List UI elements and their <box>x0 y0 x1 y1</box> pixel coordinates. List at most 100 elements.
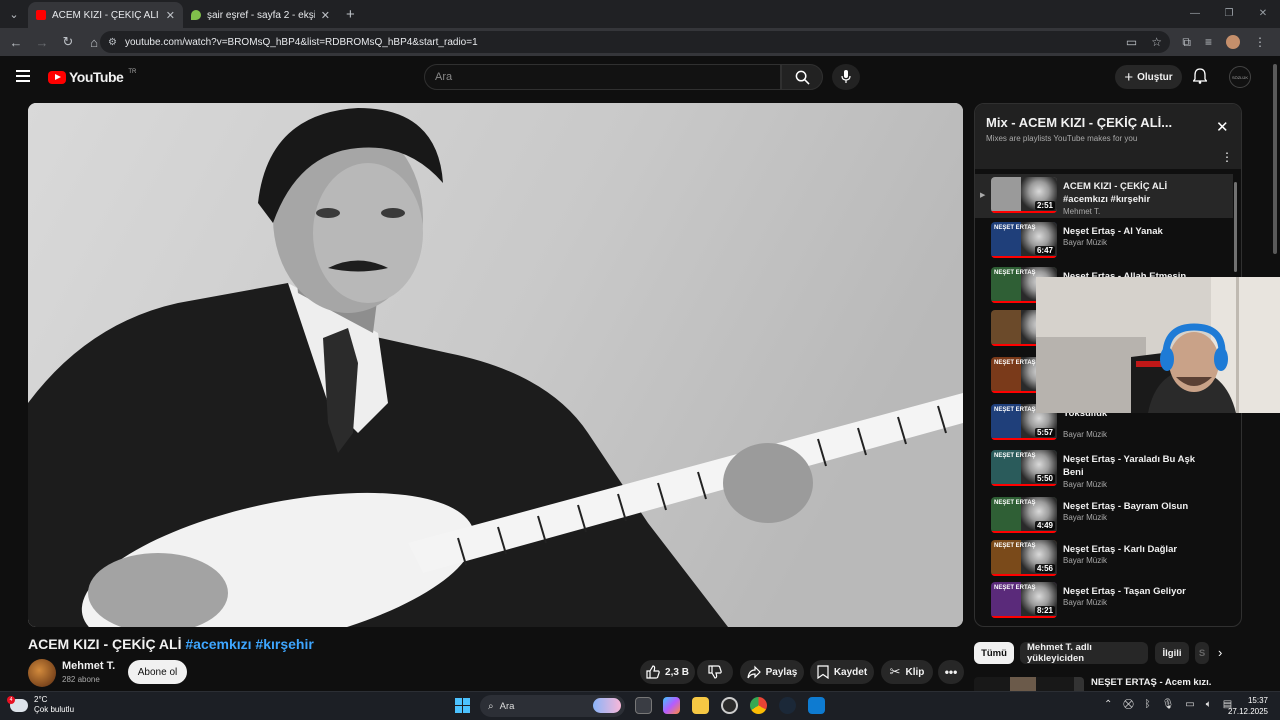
bookmark-star-icon[interactable]: ☆ <box>1151 35 1162 49</box>
thumbnail-text: NEŞET ERTAŞ <box>994 543 1036 549</box>
usb-icon[interactable]: ⛒ <box>1123 699 1133 710</box>
chip-more[interactable]: S <box>1195 642 1209 664</box>
mix-title[interactable]: Mix - ACEM KIZI - ÇEKİÇ ALİ... <box>986 115 1172 130</box>
youtube-play-icon <box>48 70 66 84</box>
url-bar[interactable]: ⚙ youtube.com/watch?v=BROMsQ_hBP4&list=R… <box>100 31 1170 53</box>
playlist-item-channel: Bayar Müzik <box>1063 238 1108 247</box>
tab-youtube[interactable]: ACEM KIZI - ÇEKİÇ ALİ #ac ✕ <box>28 2 183 28</box>
youtube-logo[interactable]: YouTube TR <box>48 69 136 85</box>
extensions-icon[interactable]: ⧉ <box>1182 35 1191 50</box>
playlist-item-channel: Bayar Müzik <box>1063 556 1108 565</box>
video-title: ACEM KIZI - ÇEKİÇ ALİ #acemkızı #kırşehi… <box>28 636 314 652</box>
chip-from-uploader[interactable]: Mehmet T. adlı yükleyiciden <box>1020 642 1148 664</box>
thumbnail-text: NEŞET ERTAŞ <box>994 453 1036 459</box>
playlist-item[interactable]: NEŞET ERTAŞ 8:21 Neşet Ertaş - Taşan Geliy… <box>975 579 1233 623</box>
forward-icon[interactable]: → <box>30 35 54 50</box>
taskbar-search[interactable]: ⌕ Ara <box>480 695 625 717</box>
like-button[interactable]: 2,3 B <box>640 660 695 684</box>
playlist-item[interactable]: ▶ 2:51 ACEM KIZI - ÇEKİÇ ALİ #acemkızı #kı… <box>975 174 1233 218</box>
chevron-up-icon[interactable]: ⌃ <box>1104 699 1112 710</box>
tab-eksi[interactable]: şair eşref - sayfa 2 - ekşi sözlük ✕ <box>183 2 338 28</box>
chevron-right-icon[interactable]: › <box>1218 645 1222 660</box>
volume-icon[interactable]: 🔈︎ <box>1206 699 1212 710</box>
voice-search-button[interactable] <box>832 64 860 90</box>
more-vertical-icon[interactable]: ⋮ <box>1221 150 1233 164</box>
bluetooth-icon[interactable]: ᛒ <box>1145 699 1151 710</box>
tab-search-chevron-icon[interactable]: ⌄ <box>0 0 28 28</box>
tab-close-icon[interactable]: ✕ <box>321 9 330 22</box>
notifications-button[interactable] <box>1192 68 1208 89</box>
microphone-icon[interactable]: 🎙︎ <box>1162 699 1175 710</box>
minimize-icon[interactable]: — <box>1178 0 1212 28</box>
page-scrollbar[interactable] <box>1272 62 1278 262</box>
cloud-icon: 4 <box>7 695 28 712</box>
copilot-icon[interactable] <box>663 697 680 714</box>
clip-button[interactable]: ✂ Klip <box>881 660 933 684</box>
profile-avatar[interactable] <box>1226 35 1240 49</box>
bell-icon <box>1192 68 1208 84</box>
chip-all[interactable]: Tümü <box>974 642 1014 664</box>
playlist-item[interactable]: NEŞET ERTAŞ 5:50 Neşet Ertaş - Yaraladı Bu… <box>975 447 1233 491</box>
playlist-item-channel: Mehmet T. <box>1063 207 1101 216</box>
playlist-item-title: ACEM KIZI - ÇEKİÇ ALİ #acemkızı #kırşehi… <box>1063 181 1168 205</box>
recommendation-thumbnail[interactable] <box>974 677 1084 691</box>
recommendation-title[interactable]: NEŞET ERTAŞ - Acem kızı. <box>1091 677 1211 688</box>
account-avatar[interactable]: SÖZLÜK <box>1229 66 1251 88</box>
playlist-item-title: Neşet Ertaş - Karlı Dağlar <box>1063 544 1178 555</box>
region-code: TR <box>128 69 137 75</box>
search-input[interactable]: Ara <box>424 64 781 90</box>
video-hashtags[interactable]: #acemkızı #kırşehir <box>185 636 313 652</box>
new-tab-button[interactable]: + <box>346 6 355 23</box>
duration-badge: 2:51 <box>1034 201 1055 210</box>
save-button[interactable]: Kaydet <box>810 660 874 684</box>
like-count: 2,3 B <box>665 666 689 678</box>
tab-title: ACEM KIZI - ÇEKİÇ ALİ #ac <box>52 9 160 21</box>
weather-description: Çok bulutlu <box>34 705 75 714</box>
close-window-icon[interactable]: ✕ <box>1246 0 1280 28</box>
channel-name[interactable]: Mehmet T. <box>62 660 115 672</box>
share-button[interactable]: Paylaş <box>740 660 804 684</box>
now-playing-icon: ▶ <box>980 192 986 199</box>
chrome-icon[interactable] <box>750 697 767 714</box>
chip-related[interactable]: İlgili <box>1155 642 1189 664</box>
obs-icon[interactable] <box>721 697 738 714</box>
cast-icon[interactable]: ▭ <box>1126 35 1137 49</box>
file-explorer-icon[interactable] <box>692 697 709 714</box>
notification-badge: 4 <box>7 695 15 704</box>
site-info-icon[interactable]: ⚙ <box>108 37 117 48</box>
create-button[interactable]: + Oluştur <box>1115 65 1182 89</box>
back-icon[interactable]: ← <box>4 35 28 50</box>
video-player[interactable] <box>28 103 963 627</box>
steam-icon[interactable] <box>779 697 796 714</box>
playlist-thumbnail: NEŞET ERTAŞ 8:21 <box>991 582 1057 618</box>
search-button[interactable] <box>781 64 823 90</box>
reload-icon[interactable]: ↻ <box>56 34 80 50</box>
tab-close-icon[interactable]: ✕ <box>166 9 175 22</box>
reading-list-icon[interactable]: ≡ <box>1205 35 1212 49</box>
playlist-item[interactable]: NEŞET ERTAŞ 6:47 Neşet Ertaş - Al Yanak Bay… <box>975 219 1233 263</box>
playlist-item[interactable]: NEŞET ERTAŞ 4:49 Neşet Ertaş - Bayram Olsu… <box>975 494 1233 538</box>
playlist-item-title: Neşet Ertaş - Taşan Geliyor <box>1063 586 1186 597</box>
restore-icon[interactable]: ❐ <box>1212 0 1246 28</box>
playlist-item-channel: Bayar Müzik <box>1063 513 1108 522</box>
weather-widget[interactable]: 4 2°C Çok bulutlu <box>7 695 75 715</box>
task-view-icon[interactable] <box>635 697 652 714</box>
watch-progress-bar <box>991 574 1057 576</box>
duration-badge: 4:49 <box>1034 521 1055 530</box>
channel-avatar[interactable] <box>28 659 56 687</box>
playlist-thumbnail: NEŞET ERTAŞ 6:47 <box>991 222 1057 258</box>
browser-menu-icon[interactable]: ⋮ <box>1254 35 1266 49</box>
menu-icon[interactable] <box>16 70 30 85</box>
url-text: youtube.com/watch?v=BROMsQ_hBP4&list=RDB… <box>124 36 478 48</box>
subscribe-button[interactable]: Abone ol <box>128 660 187 684</box>
playlist-thumbnail: NEŞET ERTAŞ 4:49 <box>991 497 1057 533</box>
playlist-item-channel: Bayar Müzik <box>1063 598 1108 607</box>
more-actions-button[interactable]: ••• <box>938 660 964 684</box>
windows-start-icon[interactable] <box>455 698 470 713</box>
display-icon[interactable]: ▭ <box>1185 699 1194 710</box>
dislike-button[interactable] <box>697 660 733 684</box>
close-icon[interactable]: ✕ <box>1216 118 1229 136</box>
notepad-icon[interactable] <box>808 697 825 714</box>
playlist-item[interactable]: NEŞET ERTAŞ 4:56 Neşet Ertaş - Karlı Dağla… <box>975 537 1233 581</box>
taskbar-clock[interactable]: 15:37 27.12.2025 <box>1228 695 1268 717</box>
